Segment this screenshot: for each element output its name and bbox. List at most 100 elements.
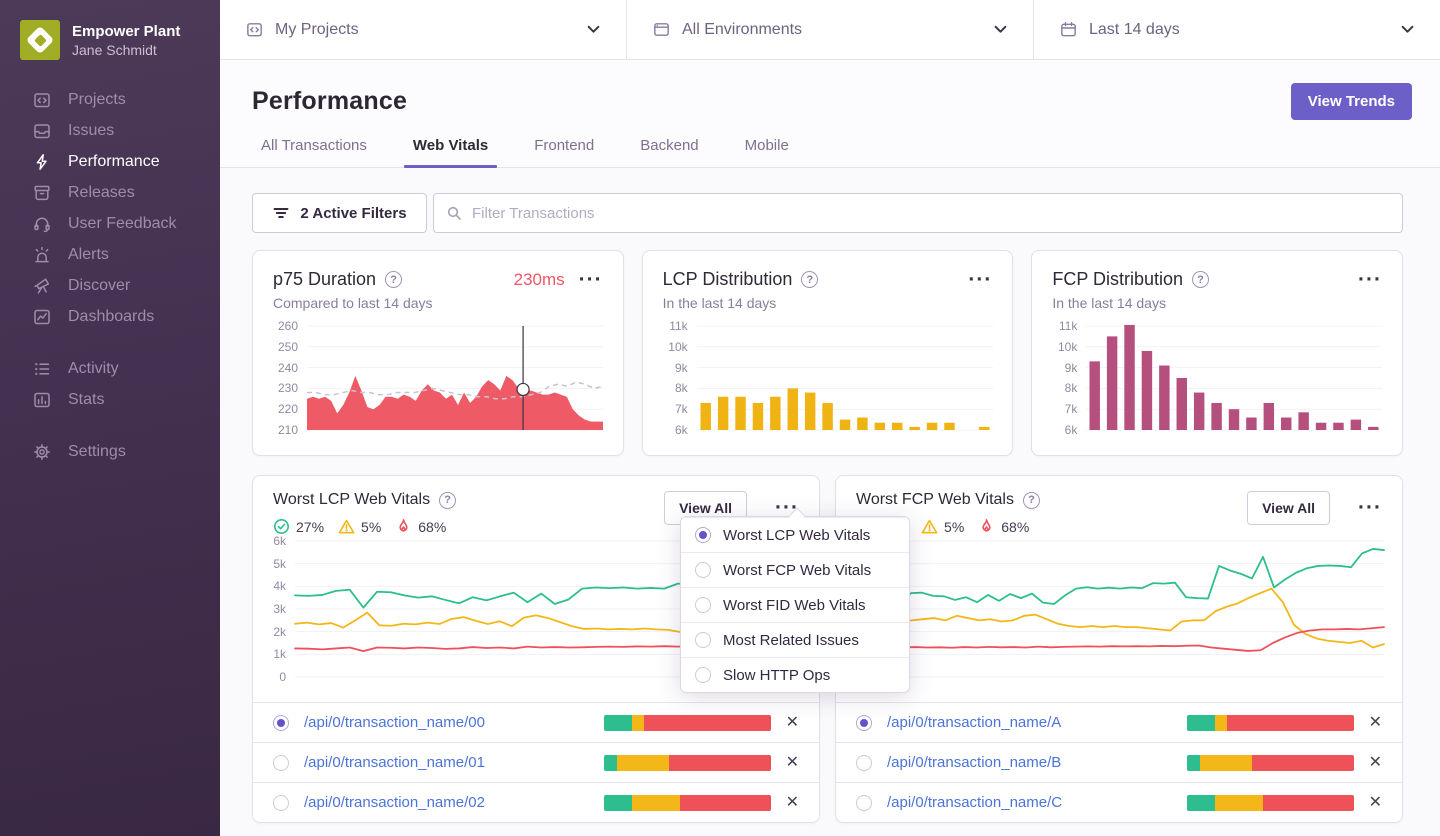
card-subtitle: In the last 14 days bbox=[662, 295, 777, 311]
help-icon[interactable]: ? bbox=[1022, 491, 1040, 509]
p75-duration-card: p75 Duration ? 230ms ··· Compared to las… bbox=[252, 250, 624, 456]
chevron-down-icon bbox=[1401, 25, 1414, 33]
tab-mobile[interactable]: Mobile bbox=[736, 137, 798, 167]
transaction-row: /api/0/transaction_name/B ✕ bbox=[836, 742, 1402, 782]
transaction-link[interactable]: /api/0/transaction_name/01 bbox=[304, 754, 485, 771]
active-filters-button[interactable]: 2 Active Filters bbox=[252, 193, 427, 233]
transaction-row: /api/0/transaction_name/C ✕ bbox=[836, 782, 1402, 822]
row-radio[interactable] bbox=[273, 754, 289, 771]
transaction-row: /api/0/transaction_name/01 ✕ bbox=[253, 742, 819, 782]
sidebar-item-stats[interactable]: Stats bbox=[0, 384, 220, 415]
menu-item-worst-fcp[interactable]: Worst FCP Web Vitals bbox=[681, 552, 909, 587]
transaction-link[interactable]: /api/0/transaction_name/B bbox=[887, 754, 1061, 771]
view-trends-button[interactable]: View Trends bbox=[1290, 82, 1412, 120]
project-filter-dropdown[interactable]: My Projects bbox=[220, 0, 626, 59]
fcp-distribution-chart[interactable] bbox=[1086, 324, 1383, 431]
projects-icon bbox=[34, 92, 50, 107]
p75-chart[interactable] bbox=[307, 325, 604, 431]
row-radio[interactable] bbox=[856, 714, 872, 731]
overflow-menu-icon[interactable]: ··· bbox=[579, 269, 603, 290]
close-icon[interactable]: ✕ bbox=[786, 714, 799, 731]
row-radio[interactable] bbox=[856, 794, 872, 811]
vitals-stack-bar bbox=[1186, 794, 1354, 811]
performance-icon bbox=[36, 153, 47, 170]
menu-item-slow-http-ops[interactable]: Slow HTTP Ops bbox=[681, 657, 909, 692]
sidebar-item-dashboards[interactable]: Dashboards bbox=[0, 301, 220, 332]
close-icon[interactable]: ✕ bbox=[1369, 794, 1382, 811]
row-radio[interactable] bbox=[856, 754, 872, 771]
org-name: Empower Plant bbox=[72, 22, 181, 40]
page-title: Performance bbox=[252, 86, 408, 115]
menu-item-worst-fid[interactable]: Worst FID Web Vitals bbox=[681, 587, 909, 622]
sidebar-item-issues[interactable]: Issues bbox=[0, 115, 220, 146]
menu-radio bbox=[695, 527, 711, 543]
vitals-stack-bar bbox=[1186, 714, 1354, 731]
search-icon bbox=[447, 206, 461, 220]
date-filter-dropdown[interactable]: Last 14 days bbox=[1034, 0, 1440, 59]
sidebar-item-user-feedback[interactable]: User Feedback bbox=[0, 208, 220, 239]
sidebar-item-projects[interactable]: Projects bbox=[0, 84, 220, 115]
worst-fcp-chart[interactable] bbox=[877, 540, 1385, 678]
sidebar-item-settings[interactable]: Settings bbox=[0, 436, 220, 467]
org-logo bbox=[20, 20, 60, 60]
help-icon[interactable]: ? bbox=[439, 491, 457, 509]
org-switcher[interactable]: Empower Plant Jane Schmidt bbox=[0, 0, 220, 84]
close-icon[interactable]: ✕ bbox=[1369, 754, 1382, 771]
vitals-stack-bar bbox=[603, 794, 771, 811]
tab-backend[interactable]: Backend bbox=[631, 137, 707, 167]
help-icon[interactable]: ? bbox=[1192, 271, 1210, 288]
environment-filter-label: All Environments bbox=[682, 20, 803, 38]
transaction-link[interactable]: /api/0/transaction_name/00 bbox=[304, 714, 485, 731]
meh-badge: 5% bbox=[921, 518, 964, 535]
tab-all-transactions[interactable]: All Transactions bbox=[252, 137, 376, 167]
transaction-link[interactable]: /api/0/transaction_name/C bbox=[887, 794, 1062, 811]
menu-item-label: Worst FID Web Vitals bbox=[723, 596, 866, 614]
y-axis: 6k5k4k3k2k1k0 bbox=[273, 534, 286, 684]
project-filter-label: My Projects bbox=[275, 20, 359, 38]
row-radio[interactable] bbox=[273, 794, 289, 811]
sidebar-item-label: Discover bbox=[68, 276, 131, 294]
close-icon[interactable]: ✕ bbox=[786, 794, 799, 811]
view-all-button[interactable]: View All bbox=[1247, 491, 1331, 525]
settings-icon bbox=[34, 443, 50, 460]
overflow-menu-icon[interactable]: ··· bbox=[1358, 269, 1382, 290]
menu-item-most-related-issues[interactable]: Most Related Issues bbox=[681, 622, 909, 657]
content: 2 Active Filters p75 Duration ? 230ms ··… bbox=[220, 168, 1440, 836]
close-icon[interactable]: ✕ bbox=[1369, 714, 1382, 731]
org-user: Jane Schmidt bbox=[72, 41, 157, 58]
chevron-down-icon bbox=[587, 25, 600, 33]
poor-pct: 68% bbox=[1001, 518, 1030, 535]
help-icon[interactable]: ? bbox=[385, 271, 403, 288]
sidebar-item-label: Performance bbox=[68, 152, 160, 170]
sidebar-item-label: User Feedback bbox=[68, 214, 177, 232]
overflow-menu-icon[interactable]: ··· bbox=[1358, 497, 1382, 518]
user-feedback-icon bbox=[34, 217, 50, 232]
issues-icon bbox=[34, 123, 50, 138]
sidebar-item-label: Alerts bbox=[68, 245, 109, 263]
warning-triangle-icon bbox=[921, 519, 938, 534]
card-title: Worst FCP Web Vitals bbox=[856, 491, 1014, 508]
tab-web-vitals[interactable]: Web Vitals bbox=[403, 137, 498, 168]
search-input[interactable] bbox=[433, 193, 1403, 233]
row-radio[interactable] bbox=[273, 714, 289, 731]
y-axis: 11k 10k 9k 8k 7k 6k bbox=[668, 319, 688, 437]
transaction-link[interactable]: /api/0/transaction_name/A bbox=[887, 714, 1061, 731]
sidebar-item-performance[interactable]: Performance bbox=[0, 146, 220, 177]
fcp-distribution-card: FCP Distribution ? ··· In the last 14 da… bbox=[1031, 250, 1403, 456]
menu-item-label: Most Related Issues bbox=[723, 631, 859, 649]
sidebar-item-releases[interactable]: Releases bbox=[0, 177, 220, 208]
vitals-select-menu: Worst LCP Web Vitals Worst FCP Web Vital… bbox=[680, 507, 910, 693]
transaction-link[interactable]: /api/0/transaction_name/02 bbox=[304, 794, 485, 811]
sidebar-item-alerts[interactable]: Alerts bbox=[0, 239, 220, 270]
tab-frontend[interactable]: Frontend bbox=[525, 137, 603, 167]
close-icon[interactable]: ✕ bbox=[786, 754, 799, 771]
lcp-distribution-chart[interactable] bbox=[696, 325, 993, 431]
sidebar-item-activity[interactable]: Activity bbox=[0, 353, 220, 384]
transaction-list: /api/0/transaction_name/00 ✕ /api/0/tran… bbox=[253, 702, 819, 822]
poor-pct: 68% bbox=[418, 518, 447, 535]
environment-filter-dropdown[interactable]: All Environments bbox=[627, 0, 1033, 59]
menu-radio bbox=[695, 597, 711, 613]
sidebar-item-discover[interactable]: Discover bbox=[0, 270, 220, 301]
help-icon[interactable]: ? bbox=[801, 271, 819, 288]
overflow-menu-icon[interactable]: ··· bbox=[968, 269, 992, 290]
